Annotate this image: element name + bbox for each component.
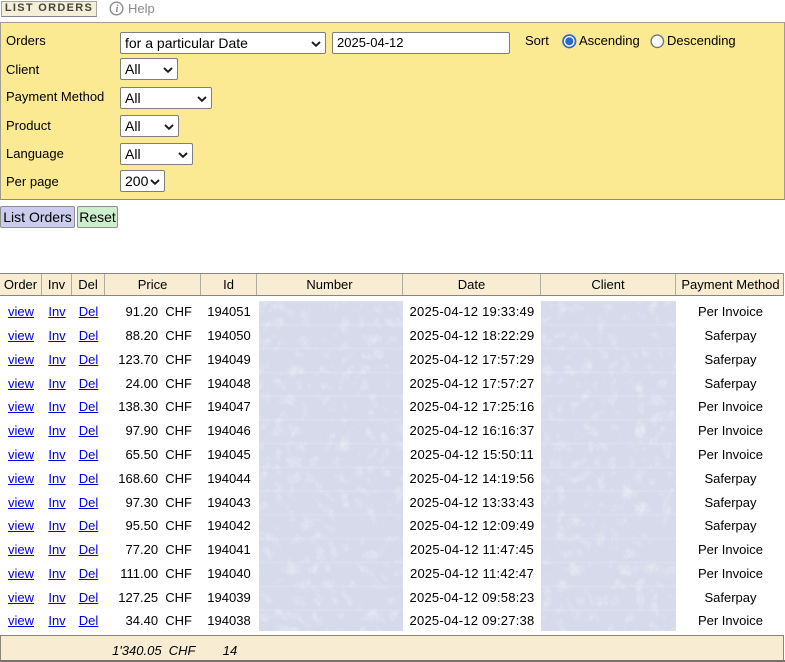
- svg-text:i: i: [116, 4, 119, 15]
